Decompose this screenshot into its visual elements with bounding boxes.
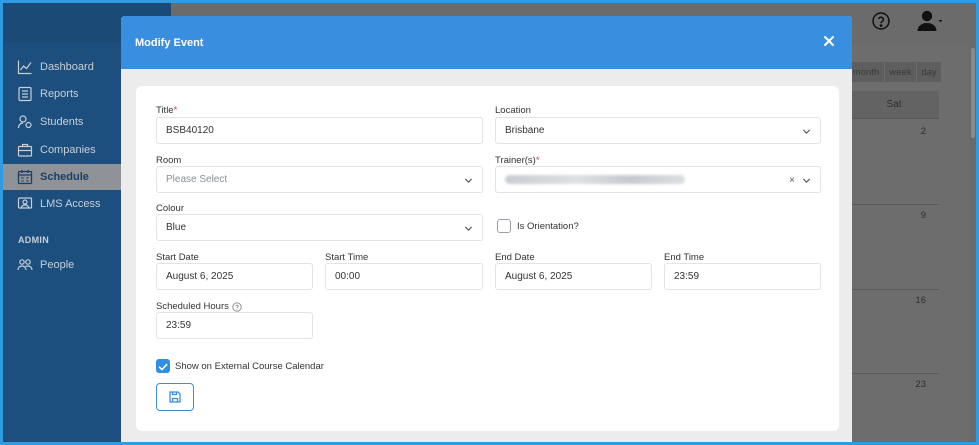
title-input[interactable]: BSB40120 — [156, 117, 483, 144]
chevron-down-icon — [464, 226, 473, 231]
sidebar-item-label: LMS Access — [40, 198, 101, 210]
end-date-label: End Date — [495, 252, 535, 263]
calendar-view: month week day Sat 2 9 16 23 — [848, 58, 943, 441]
end-date-input[interactable]: August 6, 2025 — [495, 263, 652, 290]
calendar-day-number[interactable]: 16 — [915, 295, 926, 306]
clear-trainers-button[interactable]: × — [789, 175, 795, 186]
end-time-label: End Time — [664, 252, 705, 263]
is-orientation-label: Is Orientation? — [517, 221, 579, 232]
modal-footer — [121, 438, 852, 442]
scheduled-hours-label: Scheduled Hours — [156, 301, 242, 312]
room-placeholder: Please Select — [166, 174, 228, 185]
help-circle-icon[interactable] — [232, 301, 242, 312]
sidebar-item-label: Students — [40, 116, 84, 128]
app-screen: Dashboard Reports Students Companies Sch… — [3, 3, 976, 442]
location-label: Location — [495, 105, 531, 116]
calendar-day-number[interactable]: 23 — [915, 379, 926, 390]
help-icon[interactable] — [871, 11, 891, 31]
location-value: Brisbane — [505, 125, 545, 136]
students-icon — [17, 114, 33, 130]
calendar-grid: Sat 2 9 16 23 — [848, 91, 939, 441]
colour-select[interactable]: Blue — [156, 214, 483, 241]
title-label: Title* — [156, 105, 178, 116]
close-button[interactable] — [822, 34, 836, 48]
start-time-label: Start Time — [325, 252, 369, 263]
scheduled-hours-input[interactable]: 23:59 — [156, 312, 313, 339]
room-label: Room — [156, 155, 182, 166]
start-date-input[interactable]: August 6, 2025 — [156, 263, 313, 290]
sidebar-item-label: Reports — [40, 88, 79, 100]
start-time-input[interactable]: 00:00 — [325, 263, 483, 290]
view-month-button[interactable]: month — [848, 62, 884, 82]
end-time-input[interactable]: 23:59 — [664, 263, 821, 290]
sidebar-item-label: Companies — [40, 144, 96, 156]
sidebar-item-label: People — [40, 259, 75, 271]
location-select[interactable]: Brisbane — [495, 117, 821, 144]
chevron-down-icon — [802, 129, 811, 134]
close-icon — [824, 36, 834, 46]
start-date-label: Start Date — [156, 252, 199, 263]
calendar-day-number[interactable]: 2 — [921, 126, 926, 137]
view-day-button[interactable]: day — [917, 62, 941, 82]
view-week-button[interactable]: week — [885, 62, 916, 82]
chevron-down-icon — [464, 178, 473, 183]
calendar-icon — [17, 169, 33, 185]
trainer-selected-value-redacted — [505, 175, 685, 184]
calendar-row-divider — [849, 289, 939, 290]
room-select[interactable]: Please Select — [156, 166, 483, 193]
show-external-calendar-checkbox[interactable] — [156, 359, 170, 373]
lms-icon — [17, 196, 33, 212]
modal-form: Title* BSB40120 Location Brisbane Room P… — [136, 86, 839, 431]
report-icon — [17, 86, 33, 102]
is-orientation-checkbox[interactable] — [497, 219, 511, 233]
calendar-column-header: Sat — [849, 91, 939, 119]
user-menu-icon[interactable] — [917, 9, 943, 33]
modal-header: Modify Event — [121, 16, 852, 69]
sidebar-item-label: Schedule — [40, 171, 89, 183]
calendar-row-divider — [849, 373, 939, 374]
calendar-day-number[interactable]: 9 — [921, 210, 926, 221]
show-external-calendar-label: Show on External Course Calendar — [175, 361, 324, 372]
page-scrollbar-thumb[interactable] — [971, 48, 975, 138]
briefcase-icon — [17, 142, 33, 158]
trainers-select[interactable]: × — [495, 166, 821, 193]
save-button[interactable] — [156, 383, 194, 411]
admin-section-label: ADMIN — [18, 235, 49, 245]
chevron-down-icon — [802, 178, 811, 183]
modal-title: Modify Event — [135, 36, 204, 49]
calendar-row-divider — [849, 204, 939, 205]
sidebar-item-label: Dashboard — [40, 61, 94, 73]
modify-event-modal: Modify Event Title* BSB40120 Location Br… — [121, 16, 852, 442]
colour-value: Blue — [166, 222, 187, 233]
trainers-label: Trainer(s)* — [495, 155, 540, 166]
chart-line-icon — [17, 59, 33, 75]
people-icon — [17, 257, 33, 273]
floppy-disk-icon — [169, 391, 181, 403]
colour-label: Colour — [156, 203, 184, 214]
checkmark-icon — [158, 363, 168, 371]
